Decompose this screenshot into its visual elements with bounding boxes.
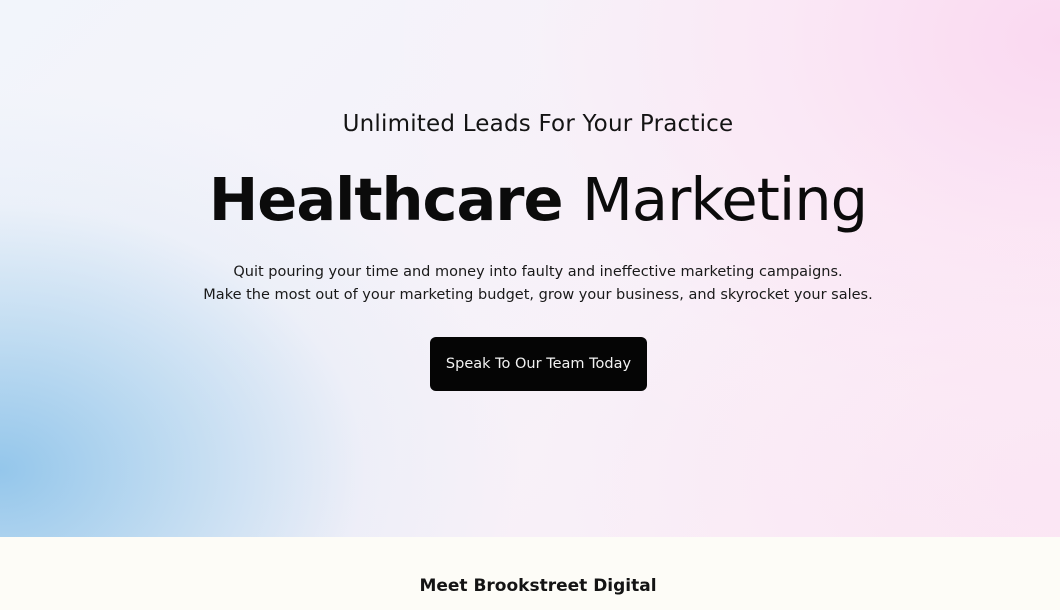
headline-light-word: Marketing [582,165,868,234]
speak-to-team-button[interactable]: Speak To Our Team Today [430,337,647,391]
hero-description-line-2: Make the most out of your marketing budg… [203,287,873,303]
about-section-title: Meet Brookstreet Digital [419,576,657,596]
hero-description-line-1: Quit pouring your time and money into fa… [233,264,843,280]
hero-headline: Healthcare Marketing [0,164,1060,236]
hero-eyebrow: Unlimited Leads For Your Practice [342,111,734,137]
about-section: Meet Brookstreet Digital [0,537,1060,610]
hero-description: Quit pouring your time and money into fa… [0,261,1060,307]
hero-section: Unlimited Leads For Your Practice Health… [0,0,1060,537]
headline-bold-word: Healthcare [208,165,564,234]
